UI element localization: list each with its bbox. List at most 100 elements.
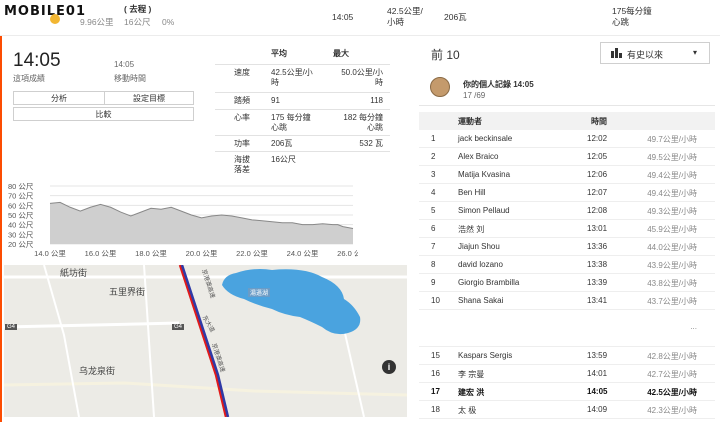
map-label-lake: 湯遜湖 (248, 288, 271, 297)
leaderboard-row[interactable]: 2 Alex Braico 12:05 49.5公里/小時 (419, 148, 715, 166)
col-max: 最大 (333, 49, 349, 58)
y-tick-label: 70 公尺 (8, 192, 34, 201)
highway-badge-2: G4 (172, 324, 185, 330)
stat-row: 功率 206瓦 532 瓦 (215, 135, 390, 151)
x-tick-label: 26.0 公里 (337, 249, 358, 258)
time-filter-label: 有史以來 (627, 50, 664, 60)
segment-heartrate-line2: 心跳 (612, 17, 630, 27)
leaderboard-row[interactable]: 7 Jiajun Shou 13:36 44.0公里/小時 (419, 238, 715, 256)
set-goal-button[interactable]: 設定目標 (104, 91, 194, 105)
highway-badge: G4 (5, 324, 18, 330)
athlete-name[interactable]: 太 极 (458, 405, 476, 416)
athlete-name[interactable]: 浩然 刘 (458, 224, 484, 235)
athlete-time: 12:05 (587, 152, 608, 161)
athlete-time: 13:36 (587, 242, 608, 251)
athlete-name[interactable]: Shana Sakai (458, 296, 503, 305)
athlete-time: 13:41 (587, 296, 608, 305)
chevron-down-icon: ▾ (693, 48, 698, 57)
bar-chart-icon (611, 51, 614, 58)
athlete-speed: 42.7公里/小時 (647, 370, 697, 379)
leaderboard-row-current-user[interactable]: 17 建宏 洪 14:05 42.5公里/小時 (419, 383, 715, 401)
athlete-name[interactable]: david lozano (458, 260, 503, 269)
personal-record-card: 你的個人記錄 14:05 17 /69 (419, 73, 715, 106)
leaderboard-panel: 前 10 有史以來 ▾ 你的個人記錄 14:05 17 /69 運動者 時間 1… (415, 36, 720, 422)
segment-speed-line1: 42.5公里/ (387, 6, 423, 16)
stat-average: 206瓦 (271, 139, 293, 148)
lake-shape (222, 269, 361, 335)
leaderboard-title: 前 10 (431, 48, 460, 62)
athlete-name[interactable]: 李 宗曼 (458, 369, 484, 380)
athlete-time: 12:08 (587, 206, 608, 215)
leaderboard-header: 運動者 時間 (419, 112, 715, 130)
stats-table: 平均 最大 速度 42.5公里/小 時 50.0公里/小 時踏頻 91 118 心率 175… (215, 46, 390, 179)
bar-chart-icon-bar2 (615, 48, 618, 58)
athlete-name[interactable]: Kaspars Sergis (458, 351, 512, 360)
athlete-speed: 43.7公里/小時 (647, 297, 697, 306)
athlete-name[interactable]: 建宏 洪 (458, 387, 484, 398)
elevation-chart[interactable]: 80 公尺70 公尺60 公尺50 公尺40 公尺30 公尺20 公尺14.0 … (8, 180, 358, 260)
rank: 17 (431, 387, 440, 396)
map-label-street1: 紙坊街 (60, 268, 88, 278)
athlete-name[interactable]: Simon Pellaud (458, 206, 510, 215)
leaderboard-row[interactable]: 10 Shana Sakai 13:41 43.7公里/小時 (419, 292, 715, 310)
leaderboard-row[interactable]: 4 Ben Hill 12:07 49.4公里/小時 (419, 184, 715, 202)
leaderboard-row[interactable]: 18 太 极 14:09 42.3公里/小時 (419, 401, 715, 419)
stat-max: 532 瓦 (359, 139, 383, 148)
pr-title: 你的個人記錄 14:05 (463, 80, 534, 89)
athlete-name[interactable]: Alex Braico (458, 152, 498, 161)
x-tick-label: 16.0 公里 (85, 249, 117, 258)
athlete-name[interactable]: Giorgio Brambilla (458, 278, 519, 287)
rank: 16 (431, 369, 440, 378)
leaderboard-row[interactable]: 1 jack beckinsale 12:02 49.7公里/小時 (419, 130, 715, 148)
segment-grade: 0% (162, 17, 175, 27)
athlete-name[interactable]: Jiajun Shou (458, 242, 500, 251)
stat-row: 速度 42.5公里/小 時 50.0公里/小 時 (215, 64, 390, 92)
segment-speed-line2: 小時 (387, 17, 405, 27)
col-athlete: 運動者 (458, 117, 482, 126)
ellipsis: ... (690, 322, 697, 331)
stat-max: 50.0公里/小 時 (341, 68, 383, 87)
leaderboard-list: 1 jack beckinsale 12:02 49.7公里/小時 2 Alex Brai… (419, 130, 715, 422)
athlete-time: 14:09 (587, 405, 608, 414)
rank: 10 (431, 296, 440, 305)
x-tick-label: 22.0 公里 (236, 249, 268, 258)
athlete-time: 12:06 (587, 170, 608, 179)
analysis-button[interactable]: 分析 (13, 91, 105, 105)
stat-average: 175 每分鐘 心跳 (271, 113, 311, 132)
moving-time-label: 移動時間 (114, 74, 146, 83)
rank: 8 (431, 260, 436, 269)
moving-time-value: 14:05 (114, 60, 135, 69)
compare-button[interactable]: 比較 (13, 107, 194, 121)
segment-name[interactable]: ( 去程 ) (124, 4, 151, 15)
leaderboard-row[interactable]: 9 Giorgio Brambilla 13:39 43.8公里/小時 (419, 274, 715, 292)
result-time-label: 這項成績 (13, 74, 45, 83)
map-label-street2: 五里界街 (109, 287, 146, 297)
athlete-speed: 42.3公里/小時 (647, 406, 697, 415)
time-filter-dropdown[interactable]: 有史以來 ▾ (600, 42, 710, 64)
athlete-name[interactable]: jack beckinsale (458, 134, 512, 143)
athlete-name[interactable]: Ben Hill (458, 188, 486, 197)
athlete-name[interactable]: Matija Kvasina (458, 170, 510, 179)
athlete-speed: 43.8公里/小時 (647, 279, 697, 288)
leaderboard-row[interactable]: 6 浩然 刘 13:01 45.9公里/小時 (419, 220, 715, 238)
leaderboard-row[interactable]: 5 Simon Pellaud 12:08 49.3公里/小時 (419, 202, 715, 220)
info-icon[interactable]: i (382, 360, 396, 374)
selection-accent-bar (0, 36, 2, 422)
athlete-speed: 42.8公里/小時 (647, 352, 697, 361)
avatar[interactable] (430, 77, 450, 97)
y-tick-label: 80 公尺 (8, 182, 34, 191)
y-tick-label: 30 公尺 (8, 230, 34, 239)
leaderboard-row[interactable]: 16 李 宗曼 14:01 42.7公里/小時 (419, 365, 715, 383)
leaderboard-row[interactable]: 3 Matija Kvasina 12:06 49.4公里/小時 (419, 166, 715, 184)
segment-status-dot (50, 14, 60, 24)
rank: 4 (431, 188, 436, 197)
pr-rank: 17 /69 (463, 91, 486, 100)
leaderboard-row[interactable]: 15 Kaspars Sergis 13:59 42.8公里/小時 (419, 347, 715, 365)
stats-header: 平均 最大 (215, 46, 390, 64)
athlete-time: 13:59 (587, 351, 608, 360)
athlete-speed: 49.3公里/小時 (647, 207, 697, 216)
site-logo[interactable]: MOBILE01 (4, 4, 86, 19)
route-map[interactable]: 紙坊街 五里界街 乌龙泉街 京港澳高速 东大道 京港澳高速 湯遜湖 G4 G4 … (4, 265, 407, 417)
leaderboard-row[interactable]: 8 david lozano 13:38 43.9公里/小時 (419, 256, 715, 274)
y-tick-label: 50 公尺 (8, 211, 34, 220)
